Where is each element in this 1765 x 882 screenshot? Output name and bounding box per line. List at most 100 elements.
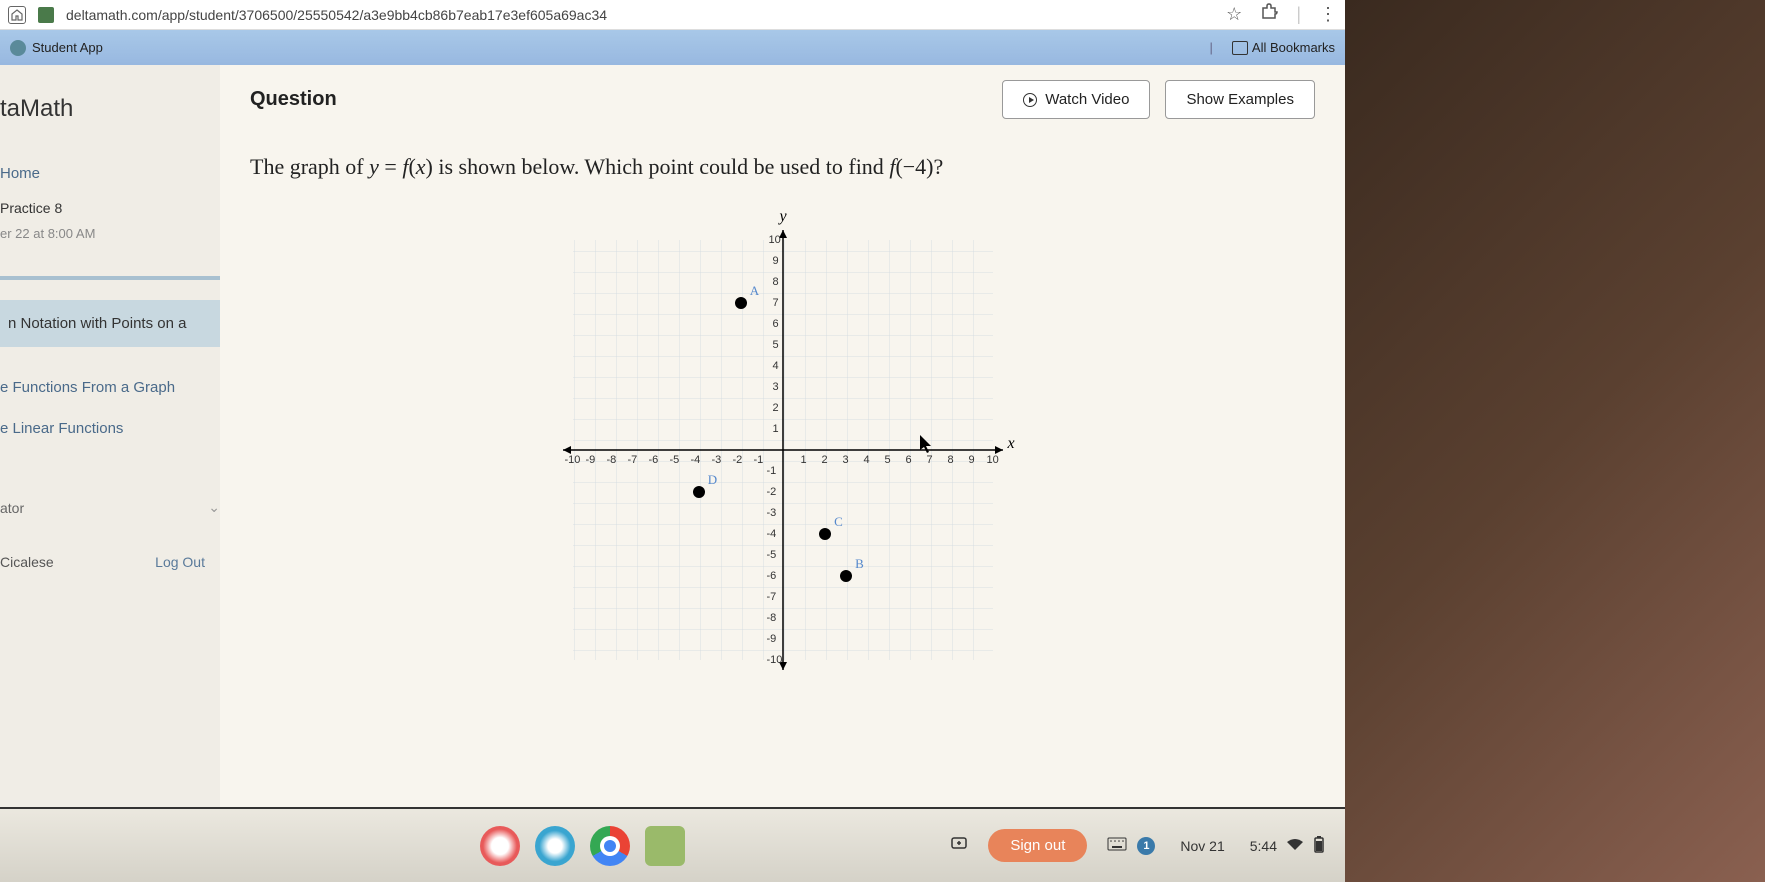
x-tick: -10 (565, 454, 581, 466)
x-tick: -4 (691, 454, 701, 466)
folder-icon (1232, 41, 1248, 55)
y-tick: -8 (767, 612, 777, 624)
chevron-down-icon: ⌄ (208, 499, 220, 516)
question-text: The graph of y = f(x) is shown below. Wh… (250, 134, 1315, 200)
taskbar-date: Nov 21 (1180, 838, 1224, 854)
chart-point-label-A: A (750, 283, 759, 299)
wifi-icon (1287, 838, 1303, 854)
app-icon-1[interactable] (480, 826, 520, 866)
home-icon[interactable] (8, 6, 26, 24)
sidebar-item-home[interactable]: Home (0, 153, 220, 194)
y-tick: 2 (773, 402, 779, 414)
y-tick: 1 (773, 423, 779, 435)
chart-point-A[interactable] (735, 297, 747, 309)
x-tick: -3 (712, 454, 722, 466)
logout-link[interactable]: Log Out (155, 554, 205, 570)
battery-icon (1313, 835, 1325, 856)
sidebar-item-functions-graph[interactable]: e Functions From a Graph (0, 367, 220, 408)
chart-point-label-B: B (855, 556, 864, 572)
bookmark-label: Student App (32, 40, 103, 55)
divider: | (1296, 4, 1301, 25)
sidebar-item-linear[interactable]: e Linear Functions (0, 408, 220, 449)
main-content: Question Watch Video Show Examples The g… (220, 65, 1345, 807)
app-icon-4[interactable] (645, 826, 685, 866)
brand-logo[interactable]: taMath (0, 85, 220, 153)
x-tick: -8 (607, 454, 617, 466)
show-examples-button[interactable]: Show Examples (1165, 80, 1315, 119)
y-tick: 10 (769, 234, 781, 246)
bookmarks-bar: Student App | All Bookmarks (0, 30, 1345, 65)
menu-dots-icon[interactable]: ⋮ (1319, 4, 1337, 25)
signout-label: Sign out (1010, 837, 1065, 854)
y-tick: 6 (773, 318, 779, 330)
chart-point-B[interactable] (840, 570, 852, 582)
x-tick: -6 (649, 454, 659, 466)
x-tick: 3 (843, 454, 849, 466)
x-tick: 2 (822, 454, 828, 466)
x-tick: 1 (801, 454, 807, 466)
taskbar-time: 5:44 (1250, 838, 1277, 854)
y-tick: 5 (773, 339, 779, 351)
tray-expand-icon[interactable] (950, 834, 968, 857)
y-axis-label: y (780, 208, 787, 226)
sidebar-item-current[interactable]: n Notation with Points on a (0, 300, 220, 347)
system-tray[interactable]: 1 Nov 21 5:44 (1107, 835, 1325, 856)
url-text[interactable]: deltamath.com/app/student/3706500/255505… (66, 7, 1214, 23)
y-tick: -6 (767, 570, 777, 582)
sidebar-divider (0, 276, 220, 280)
all-bookmarks-button[interactable]: | All Bookmarks (1210, 40, 1335, 55)
x-tick: -5 (670, 454, 680, 466)
photo-background (1345, 0, 1765, 882)
play-icon (1023, 93, 1037, 107)
y-tick: -5 (767, 549, 777, 561)
taskbar: Sign out 1 Nov 21 5:44 (0, 807, 1345, 882)
watch-video-button[interactable]: Watch Video (1002, 80, 1150, 119)
y-tick: -10 (767, 654, 783, 666)
x-tick: -7 (628, 454, 638, 466)
coordinate-chart[interactable]: y x -10 -9 -8 -7 -6 -5 -4 -3 -2 -1 1 2 3 4 5 6 7 8 9 10 -10 -… (543, 210, 1023, 690)
browser-address-bar: deltamath.com/app/student/3706500/255505… (0, 0, 1345, 30)
sidebar-item-due: er 22 at 8:00 AM (0, 222, 220, 261)
x-tick: 10 (987, 454, 999, 466)
chart-grid (553, 230, 1013, 670)
extension-icon[interactable] (1260, 3, 1278, 26)
chart-point-label-D: D (708, 472, 717, 488)
question-heading: Question (250, 88, 337, 111)
x-axis-label: x (1008, 435, 1015, 453)
x-tick: 9 (969, 454, 975, 466)
x-tick: 4 (864, 454, 870, 466)
x-tick: -9 (586, 454, 596, 466)
x-tick: 7 (927, 454, 933, 466)
y-tick: -4 (767, 528, 777, 540)
show-examples-label: Show Examples (1186, 91, 1294, 108)
signout-button[interactable]: Sign out (988, 829, 1087, 862)
chart-point-D[interactable] (693, 486, 705, 498)
y-tick: 4 (773, 360, 779, 372)
sidebar-username: Cicalese (0, 546, 54, 578)
y-tick: -1 (767, 465, 777, 477)
chart-point-C[interactable] (819, 528, 831, 540)
x-tick: -2 (733, 454, 743, 466)
sidebar-item-practice[interactable]: Practice 8 (0, 194, 220, 222)
app-icon-2[interactable] (535, 826, 575, 866)
x-tick: -1 (754, 454, 764, 466)
chrome-icon[interactable] (590, 826, 630, 866)
y-tick: -3 (767, 507, 777, 519)
sidebar-item-ator[interactable]: ator ⌄ (0, 489, 220, 526)
y-tick: 9 (773, 255, 779, 267)
x-tick: 5 (885, 454, 891, 466)
sidebar-ator-label: ator (0, 500, 24, 516)
chart-point-label-C: C (834, 514, 843, 530)
chart-container: y x -10 -9 -8 -7 -6 -5 -4 -3 -2 -1 1 2 3 4 5 6 7 8 9 10 -10 -… (250, 200, 1315, 700)
screen: deltamath.com/app/student/3706500/255505… (0, 0, 1345, 882)
y-tick: 8 (773, 276, 779, 288)
y-tick: 7 (773, 297, 779, 309)
notification-badge-icon: 1 (1137, 837, 1155, 855)
y-tick: -7 (767, 591, 777, 603)
divider: | (1210, 40, 1213, 55)
main-header: Question Watch Video Show Examples (250, 65, 1315, 134)
y-tick: -2 (767, 486, 777, 498)
bookmark-student-app[interactable]: Student App (10, 40, 103, 56)
star-icon[interactable]: ☆ (1226, 4, 1242, 25)
watch-video-label: Watch Video (1045, 91, 1129, 108)
